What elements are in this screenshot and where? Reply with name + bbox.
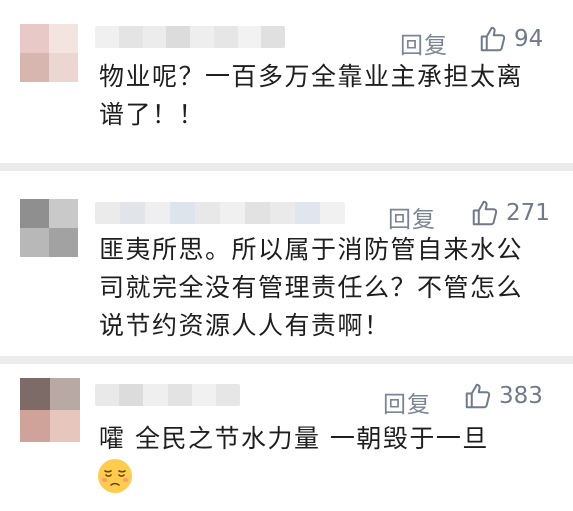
comment-card: 回复 94 物业呢？一百多万全靠业主承担太离谱了！！ <box>0 0 573 163</box>
comment-text: 嚯 全民之节水力量 一朝毁于一旦 <box>99 424 489 453</box>
thumbs-up-icon <box>480 26 506 52</box>
thumbs-up-icon <box>465 383 491 409</box>
username-blurred[interactable] <box>95 26 285 48</box>
avatar[interactable] <box>20 24 78 82</box>
like-button[interactable]: 271 <box>470 198 550 228</box>
username-blurred[interactable] <box>95 384 240 406</box>
like-button[interactable]: 94 <box>478 24 543 54</box>
comment-card: 回复 271 匪夷所思。所以属于消防管自来水公司就完全没有管理责任么？不管怎么说… <box>0 171 573 356</box>
reply-button[interactable]: 回复 <box>383 385 431 419</box>
pensive-face-emoji-icon <box>98 459 132 493</box>
username-blurred[interactable] <box>95 202 345 224</box>
like-count: 383 <box>499 383 543 409</box>
like-count: 94 <box>514 26 544 52</box>
avatar[interactable] <box>20 199 78 257</box>
thumbs-up-icon <box>472 200 498 226</box>
like-button[interactable]: 383 <box>463 381 543 411</box>
reply-button[interactable]: 回复 <box>388 200 436 234</box>
comment-text: 物业呢？一百多万全靠业主承担太离谱了！！ <box>99 62 524 129</box>
like-count: 271 <box>506 200 550 226</box>
avatar[interactable] <box>20 378 80 442</box>
reply-button[interactable]: 回复 <box>400 26 448 60</box>
comment-text: 匪夷所思。所以属于消防管自来水公司就完全没有管理责任么？不管怎么说节约资源人人有… <box>99 235 524 340</box>
comment-card: 回复 383 嚯 全民之节水力量 一朝毁于一旦 <box>0 364 573 511</box>
